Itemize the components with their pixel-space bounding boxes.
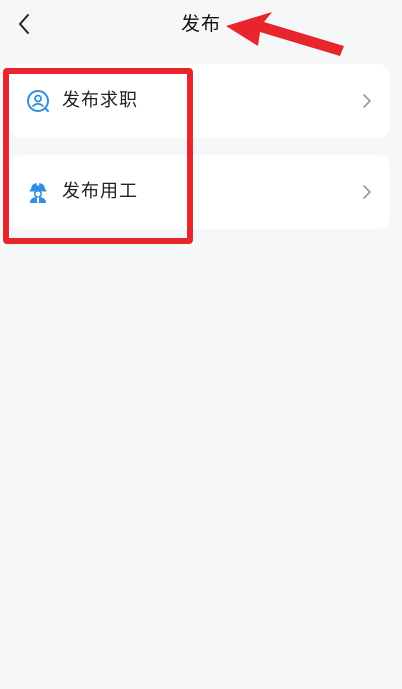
publish-hiring-label: 发布用工 — [62, 181, 138, 202]
chevron-right-icon — [363, 94, 371, 108]
publish-hiring-item[interactable]: 发布用工 — [10, 155, 390, 229]
job-seeker-icon — [27, 90, 49, 112]
publish-job-seeking-item[interactable]: 发布求职 — [10, 64, 390, 138]
chevron-right-icon — [363, 185, 371, 199]
publish-job-seeking-label: 发布求职 — [62, 90, 138, 111]
worker-helmet-icon — [29, 181, 47, 203]
annotation-arrow-icon — [226, 12, 344, 56]
